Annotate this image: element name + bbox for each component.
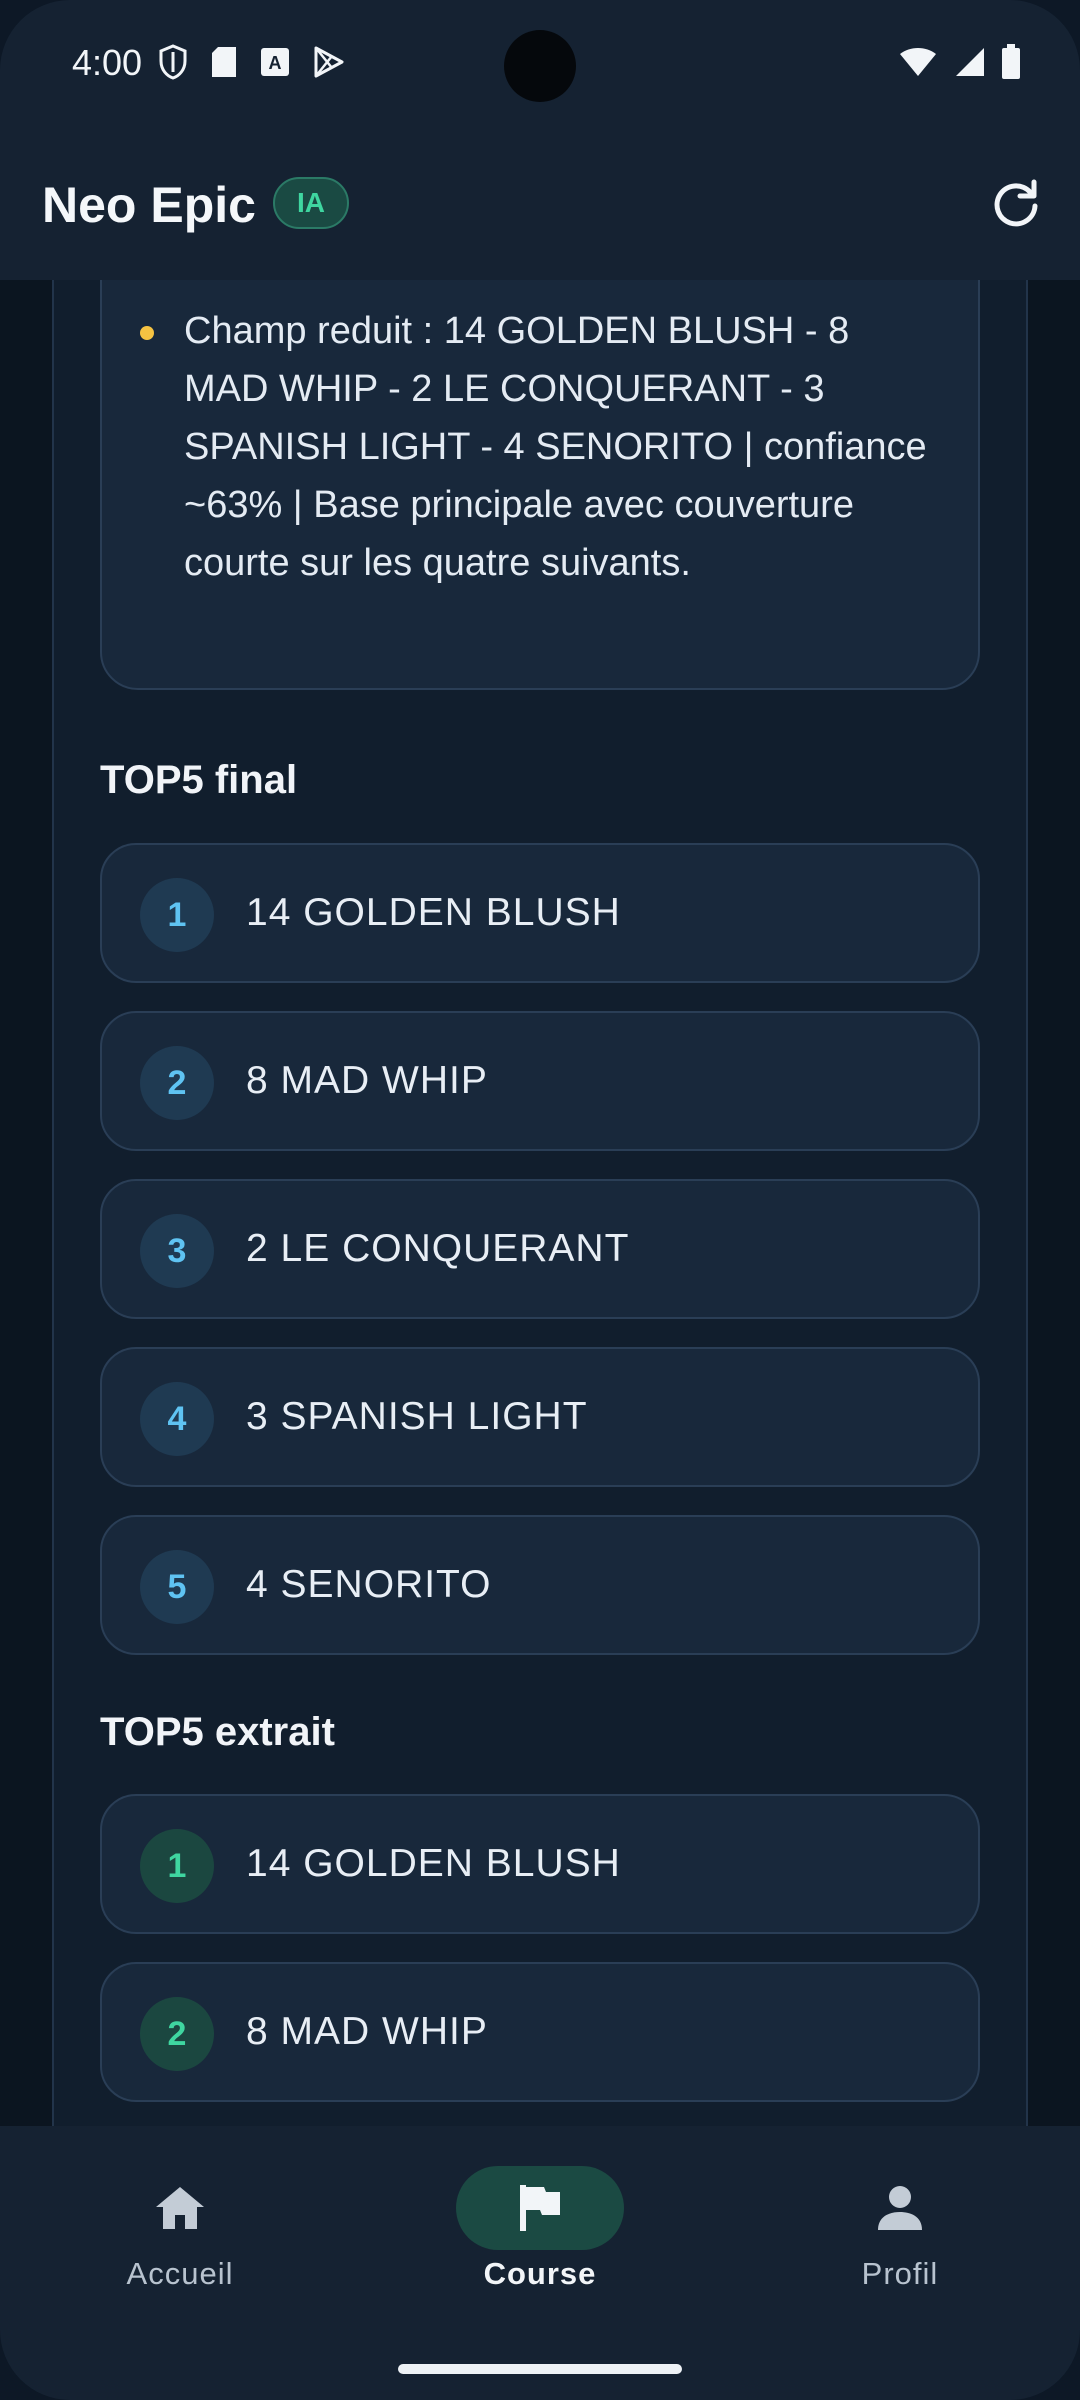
wifi-icon [900,48,936,76]
list-item[interactable]: 1 14 GOLDEN BLUSH [100,1794,980,1934]
horse-name: 8 MAD WHIP [246,1059,488,1102]
phone-screen: 4:00 A Neo Epic IA Champ reduit : 14 GOL… [0,0,1080,2400]
flag-icon [520,2185,560,2231]
scroll-content[interactable]: Champ reduit : 14 GOLDEN BLUSH - 8 MAD W… [0,280,1080,2126]
list-item[interactable]: 2 8 MAD WHIP [100,1962,980,2102]
camera-cutout [504,30,576,102]
horse-name: 14 GOLDEN BLUSH [246,891,621,934]
app-title: Neo Epic [42,177,256,233]
rank-badge: 2 [140,1046,214,1120]
app-bar: Neo Epic [0,132,1080,280]
list-item[interactable]: 5 4 SENORITO [100,1515,980,1655]
horse-name: 4 SENORITO [246,1563,492,1606]
rank-badge: 5 [140,1550,214,1624]
list-item[interactable]: 3 2 LE CONQUERANT [100,1179,980,1319]
section-title-top5-extrait: TOP5 extrait [100,1710,335,1754]
sd-card-icon [212,47,236,77]
nav-item-course[interactable]: Course [390,2126,690,2326]
svg-text:A: A [269,53,282,73]
horse-name: 14 GOLDEN BLUSH [246,1842,621,1885]
analysis-note-text: Champ reduit : 14 GOLDEN BLUSH - 8 MAD W… [184,310,927,584]
nav-item-accueil[interactable]: Accueil [30,2126,330,2326]
battery-icon [1002,44,1020,79]
rank-badge: 1 [140,1829,214,1903]
list-item[interactable]: 2 8 MAD WHIP [100,1011,980,1151]
person-icon [878,2186,922,2230]
signal-icon [956,48,984,76]
section-title-top5-final: TOP5 final [100,758,298,802]
home-icon [156,2187,204,2229]
list-item[interactable]: 4 3 SPANISH LIGHT [100,1347,980,1487]
nav-label: Profil [861,2256,939,2291]
home-indicator[interactable] [398,2364,682,2374]
bullet-dot [140,326,154,340]
shield-icon [159,44,187,80]
font-icon: A [261,48,289,76]
refresh-button[interactable] [990,178,1042,230]
status-bar: 4:00 A [0,0,1080,132]
rank-badge: 2 [140,1997,214,2071]
horse-name: 3 SPANISH LIGHT [246,1395,588,1438]
ia-badge: IA [273,177,349,229]
rank-badge: 1 [140,878,214,952]
refresh-icon [994,179,1038,227]
nav-item-profil[interactable]: Profil [750,2126,1050,2326]
status-notification-icons: A [158,44,346,80]
nav-icon-wrap [816,2166,984,2250]
rank-badge: 4 [140,1382,214,1456]
bottom-nav: Accueil Course Profil [0,2126,1080,2400]
list-item[interactable]: 1 14 GOLDEN BLUSH [100,843,980,983]
status-system-icons [898,44,1022,80]
horse-name: 8 MAD WHIP [246,2010,488,2053]
nav-label: Accueil [126,2256,234,2291]
nav-icon-wrap-active [456,2166,624,2250]
horse-name: 2 LE CONQUERANT [246,1227,630,1270]
play-store-icon [314,46,344,78]
nav-label: Course [483,2256,597,2291]
rank-badge: 3 [140,1214,214,1288]
nav-icon-wrap [96,2166,264,2250]
status-time: 4:00 [72,42,143,83]
